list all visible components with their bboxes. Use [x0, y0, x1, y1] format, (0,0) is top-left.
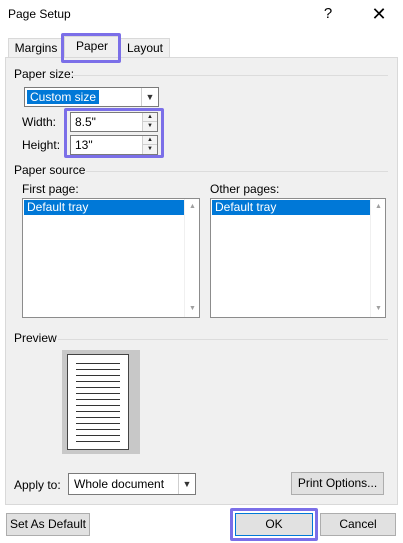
page-thumbnail	[67, 354, 129, 450]
print-options-button[interactable]: Print Options...	[291, 472, 384, 495]
chevron-down-icon[interactable]: ▼	[178, 474, 195, 494]
help-button[interactable]: ?	[318, 4, 338, 24]
cancel-button[interactable]: Cancel	[320, 513, 396, 536]
preview-separator	[58, 339, 388, 340]
apply-to-value: Whole document	[74, 477, 165, 491]
paper-source-separator	[86, 171, 388, 172]
height-label: Height:	[22, 138, 61, 152]
scrollbar[interactable]: ▲ ▼	[370, 199, 385, 317]
apply-to-label: Apply to:	[14, 478, 61, 492]
paper-tab-highlight	[61, 33, 121, 63]
paper-size-separator	[72, 75, 388, 76]
close-button[interactable]: ✕	[368, 3, 390, 25]
first-page-label: First page:	[22, 182, 79, 196]
other-pages-label: Other pages:	[210, 182, 280, 196]
other-pages-listbox[interactable]: Default tray ▲ ▼	[210, 198, 386, 318]
page-preview	[62, 350, 140, 454]
window-title: Page Setup	[8, 7, 71, 21]
first-page-listbox[interactable]: Default tray ▲ ▼	[22, 198, 200, 318]
chevron-down-icon[interactable]: ▼	[141, 88, 158, 106]
list-item[interactable]: Default tray	[24, 200, 184, 215]
set-as-default-button[interactable]: Set As Default	[6, 513, 90, 536]
paper-size-label: Paper size:	[14, 67, 75, 81]
scroll-down-icon[interactable]: ▼	[371, 302, 386, 316]
dimensions-highlight	[64, 108, 164, 158]
paper-size-select[interactable]: Custom size ▼	[24, 87, 159, 107]
tab-layout[interactable]: Layout	[120, 38, 170, 58]
preview-label: Preview	[14, 331, 57, 345]
tab-margins[interactable]: Margins	[8, 38, 64, 58]
paper-source-label: Paper source	[14, 163, 86, 177]
list-item[interactable]: Default tray	[212, 200, 370, 215]
paper-size-value: Custom size	[27, 90, 100, 104]
scrollbar[interactable]: ▲ ▼	[184, 199, 199, 317]
width-label: Width:	[22, 115, 57, 129]
scroll-up-icon[interactable]: ▲	[371, 200, 386, 214]
scroll-down-icon[interactable]: ▼	[185, 302, 200, 316]
apply-to-select[interactable]: Whole document ▼	[68, 473, 196, 495]
scroll-up-icon[interactable]: ▲	[185, 200, 200, 214]
ok-highlight	[230, 508, 318, 541]
